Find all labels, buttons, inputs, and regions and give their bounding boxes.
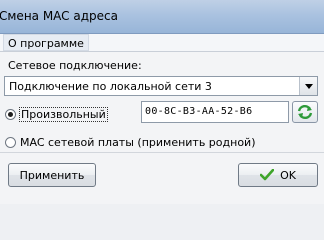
connection-select[interactable]: Подключение по локальной сети 3 [4, 76, 318, 96]
connection-label: Сетевое подключение: [8, 59, 142, 72]
ok-button-label: OK [280, 168, 296, 182]
ok-button[interactable]: OK [238, 163, 318, 187]
generate-mac-button[interactable] [292, 101, 318, 123]
refresh-icon [297, 104, 313, 120]
mac-address-input[interactable]: 00-8C-B3-AA-52-B6 [141, 101, 289, 123]
checkmark-icon [260, 169, 275, 181]
radio-custom-mac[interactable] [5, 109, 16, 120]
connection-select-value: Подключение по локальной сети 3 [9, 80, 212, 93]
menu-item-about[interactable]: О программе [3, 34, 89, 51]
radio-original-mac[interactable] [5, 137, 16, 148]
mac-address-value: 00-8C-B3-AA-52-B6 [145, 106, 253, 117]
separator [0, 152, 324, 153]
chevron-down-icon[interactable] [299, 77, 317, 95]
title-bar: Смена MAC адреса [0, 0, 324, 34]
window-title: Смена MAC адреса [0, 9, 118, 23]
radio-custom-mac-label[interactable]: Произвольный [19, 107, 108, 122]
menu-bar: О программе [0, 34, 324, 52]
apply-button[interactable]: Применить [8, 163, 96, 187]
apply-button-label: Применить [19, 168, 85, 182]
radio-original-mac-label[interactable]: MAC сетевой платы (применить родной) [20, 136, 256, 149]
